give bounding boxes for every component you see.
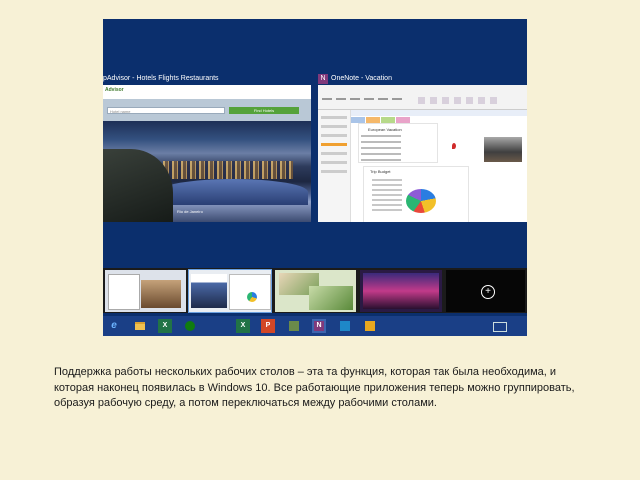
onenote-icon: N <box>318 74 328 84</box>
find-hotels-button[interactable]: Find Hotels <box>229 107 299 114</box>
ribbon-buttons[interactable] <box>418 91 518 105</box>
sticky-icon[interactable] <box>363 319 377 333</box>
photos-icon[interactable] <box>338 319 352 333</box>
window-title-onenote[interactable]: N OneNote - Vacation <box>318 74 392 84</box>
new-desktop-thumbnail[interactable]: + <box>446 270 525 312</box>
tripadvisor-window[interactable]: Advisor Hotel name Find Hotels Rio de Ja… <box>103 85 311 222</box>
ie-icon[interactable]: e <box>107 319 121 333</box>
bay-water <box>158 179 308 205</box>
note-photo <box>484 137 522 162</box>
hotel-search-input[interactable]: Hotel name <box>107 107 225 114</box>
xbox-icon[interactable] <box>183 319 197 333</box>
onenote-title-text: OneNote - Vacation <box>331 75 392 82</box>
maps-icon[interactable] <box>287 319 301 333</box>
desktop-thumbnail-2[interactable] <box>188 269 272 313</box>
onenote-ribbon <box>318 85 527 110</box>
hill-silhouette <box>103 149 173 222</box>
rio-city-photo: Rio de Janeiro <box>103 121 311 222</box>
onenote-window[interactable]: European Vacation Trip Budget <box>318 85 527 222</box>
ribbon-tabs[interactable] <box>322 87 422 100</box>
onenote-taskbar-icon[interactable]: N <box>312 319 326 333</box>
windows-task-view-screenshot: pAdvisor - Hotels Flights Restaurants NO… <box>103 19 527 336</box>
tripadvisor-nav-links[interactable] <box>143 94 309 107</box>
slide-caption: Поддержка работы нескольких рабочих стол… <box>54 366 575 409</box>
map-pin-icon <box>452 143 456 149</box>
note-page-title: European Vacation <box>368 127 402 132</box>
tripadvisor-navbar: Advisor <box>103 85 311 107</box>
tripadvisor-logo[interactable]: Advisor <box>105 87 124 93</box>
photo-caption: Rio de Janeiro <box>177 209 203 214</box>
excel-icon[interactable]: X <box>158 319 172 333</box>
desktop-thumbnail-4[interactable] <box>360 270 442 312</box>
city-lights <box>163 161 293 179</box>
desktop-thumbnail-3[interactable] <box>275 270 356 312</box>
section-tabs[interactable] <box>351 110 527 123</box>
excel-icon-2[interactable]: X <box>236 319 250 333</box>
window-title-tripadvisor[interactable]: pAdvisor - Hotels Flights Restaurants <box>103 74 219 84</box>
tripadvisor-search-bar: Hotel name Find Hotels <box>103 99 311 121</box>
note-checklist <box>361 135 401 165</box>
budget-pie-chart <box>406 189 436 213</box>
taskbar: e X X P N <box>103 316 527 336</box>
budget-title: Trip Budget <box>370 169 391 174</box>
desktop-background <box>103 19 527 71</box>
file-explorer-icon[interactable] <box>133 319 147 333</box>
notebook-sidebar[interactable] <box>318 110 351 222</box>
budget-table <box>372 179 402 214</box>
keyboard-icon[interactable] <box>493 322 507 332</box>
powerpoint-icon[interactable]: P <box>261 319 275 333</box>
add-desktop-icon[interactable]: + <box>481 285 495 299</box>
desktop-thumbnail-1[interactable] <box>105 270 186 312</box>
virtual-desktops-strip: + <box>103 268 527 313</box>
